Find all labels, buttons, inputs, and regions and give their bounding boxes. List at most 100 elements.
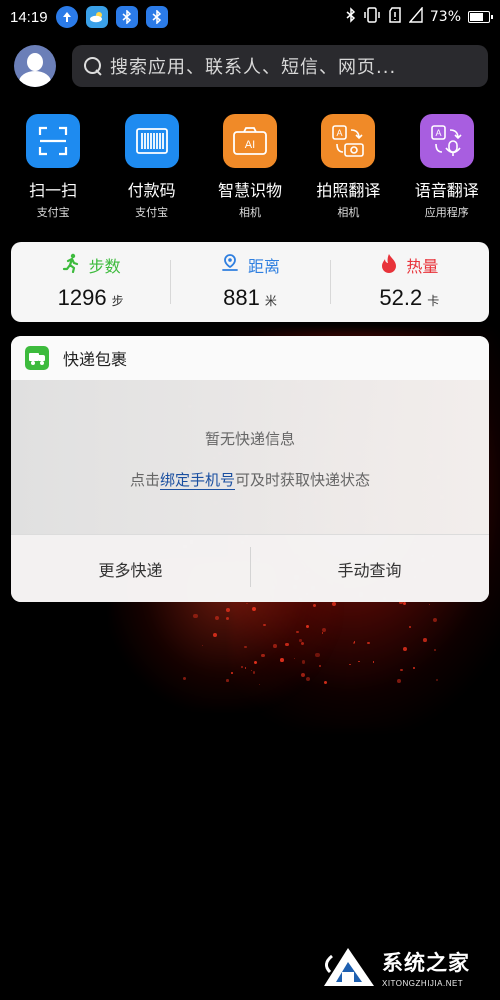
splatter-dot [306,624,310,628]
no-sim-icon [388,7,402,27]
barcode-icon [124,114,179,168]
more-express-button[interactable]: 更多快递 [11,557,250,581]
splatter-dot [436,678,438,681]
express-actions: 更多快递 手动查询 [11,534,489,602]
empty-message: 暂无快递信息 [204,430,295,448]
stat-value: 52.2 [379,285,423,310]
splatter-dot [433,648,436,651]
bind-prefix: 点击 [129,471,160,489]
stat-label: 步数 [88,257,121,276]
splatter-dot [226,616,230,620]
splatter-dot [285,642,289,647]
splatter-dot [226,679,229,682]
running-icon [61,253,81,277]
bluetooth-notification-icon [145,6,168,28]
splatter-dot [298,639,302,642]
search-icon [84,57,102,75]
photo-translate-icon: A [321,114,376,168]
app-smart-recognition[interactable]: AI 智慧识物 相机 [202,114,298,224]
splatter-dot [323,680,327,684]
splatter-dot [252,670,256,674]
bind-suffix: 可及时获取快递状态 [235,471,371,489]
splatter-dot [280,658,284,663]
battery-percent: 73% [429,9,461,25]
splatter-dot [214,615,219,620]
no-signal-icon [408,6,423,27]
watermark-en: XITONGZHIJIA.NET [382,978,464,988]
splatter-dot [213,632,217,637]
splatter-dot [422,637,427,642]
stat-value: 1296 [57,285,107,310]
express-header[interactable]: 快递包裹 [11,336,489,380]
search-bar[interactable]: 搜索应用、联系人、短信、网页... [72,45,488,87]
stat-calories[interactable]: 热量 52.2 卡 [329,242,489,322]
express-title: 快递包裹 [63,350,128,369]
scan-icon [26,114,81,168]
express-card: 快递包裹 暂无快递信息 点击绑定手机号可及时获取快递状态 更多快递 手动查询 [11,336,489,602]
battery-icon [468,11,493,23]
app-label: 拍照翻译 [316,181,381,200]
bluetooth-notification-icon [115,6,138,28]
stat-unit: 步 [111,294,124,308]
splatter-dot [372,661,374,663]
search-row: 搜索应用、联系人、短信、网页... [14,44,488,88]
watermark: 系统之家 XITONGZHIJIA.NET [320,940,496,994]
app-source: 相机 [238,206,261,219]
splatter-dot [301,660,305,664]
app-label: 智慧识物 [217,181,282,200]
location-icon [220,253,240,277]
weather-notification-icon [85,6,108,28]
ai-camera-icon: AI [222,114,277,168]
app-source: 相机 [337,206,360,219]
search-placeholder: 搜索应用、联系人、短信、网页... [110,57,397,78]
svg-text:A: A [435,128,441,138]
splatter-dot [261,653,265,657]
splatter-dot [412,666,415,670]
app-source: 支付宝 [36,206,70,219]
upload-notification-icon [55,6,78,28]
stat-label: 距离 [247,257,280,276]
app-label: 付款码 [127,181,176,200]
splatter-dot [402,601,406,605]
manual-query-button[interactable]: 手动查询 [250,546,489,587]
splatter-dot [296,630,299,634]
status-bar: 14:19 73% [0,0,500,34]
bind-phone-link[interactable]: 绑定手机号 [159,471,235,490]
splatter-dot [230,671,233,674]
app-source: 支付宝 [135,206,169,219]
stat-unit: 卡 [427,294,440,308]
splatter-dot [400,668,403,672]
svg-text:AI: AI [245,139,255,151]
splatter-dot [273,644,277,649]
avatar[interactable] [14,45,56,87]
splatter-dot [352,642,355,645]
splatter-dot [331,602,336,607]
splatter-dot [315,652,320,657]
watermark-logo-icon [320,942,378,992]
app-source: 应用程序 [424,206,469,219]
app-scan[interactable]: 扫一扫 支付宝 [5,114,101,224]
stat-steps[interactable]: 步数 1296 步 [11,242,170,322]
app-payment-code[interactable]: 付款码 支付宝 [104,114,200,224]
watermark-cn: 系统之家 [382,950,470,975]
splatter-dot [300,641,304,645]
splatter-dot [397,678,402,683]
stat-distance[interactable]: 距离 881 米 [170,242,329,322]
health-stats-card[interactable]: 步数 1296 步 距离 881 米 热量 52.2 卡 [11,242,489,322]
app-label: 语音翻译 [414,181,479,200]
truck-icon [25,346,49,370]
app-photo-translate[interactable]: A 拍照翻译 相机 [300,114,396,224]
splatter-dot [226,608,231,612]
splatter-dot [367,641,370,645]
flame-icon [380,253,398,277]
app-voice-translate[interactable]: A 语音翻译 应用程序 [399,114,495,224]
voice-translate-icon: A [419,114,474,168]
bind-phone-prompt: 点击绑定手机号可及时获取快递状态 [130,469,370,490]
stat-unit: 米 [264,294,277,308]
svg-text:A: A [337,128,343,138]
splatter-dot [319,665,321,667]
stat-value: 881 [223,285,260,310]
app-label: 扫一扫 [29,181,78,200]
splatter-dot [253,660,257,665]
splatter-dot [263,623,266,627]
